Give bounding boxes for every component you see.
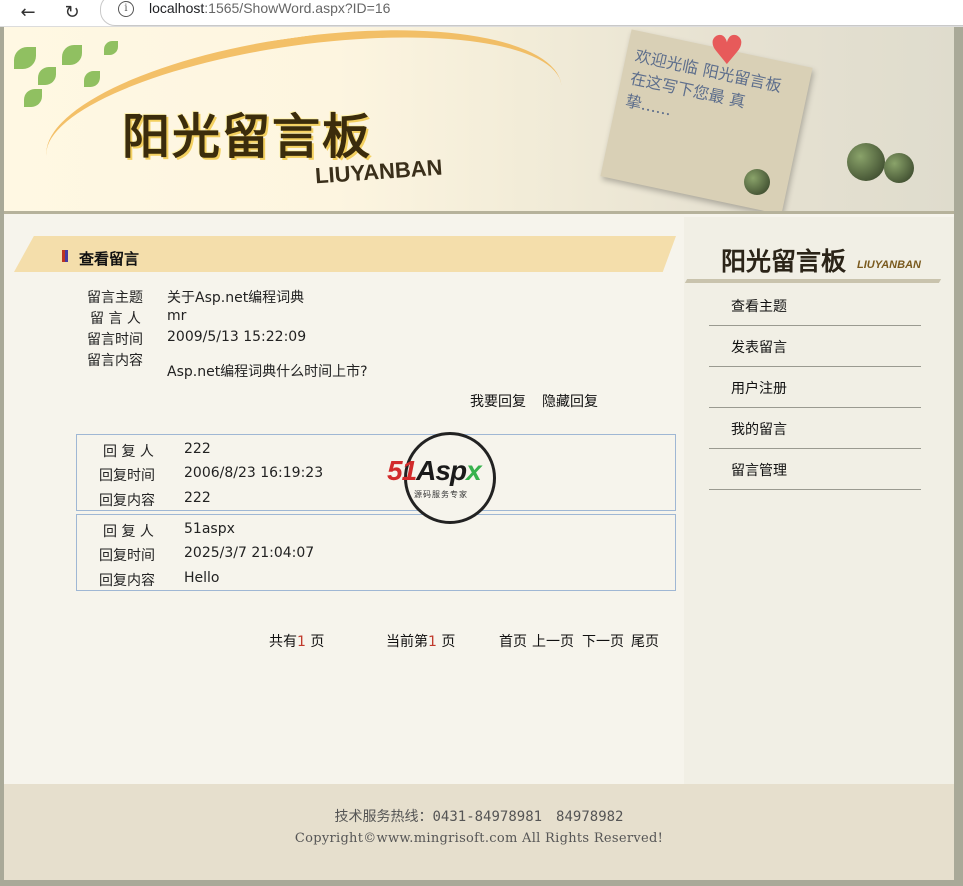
browser-toolbar: ← ↻ i localhost:1565/ShowWord.aspx?ID=16 [0,0,963,27]
back-arrow-icon[interactable]: ← [16,1,40,23]
page-total-suffix: 页 [305,634,325,650]
page: 阳光留言板 LIUYANBAN 欢迎光临 阳光留言板 在这写下您最 真挚....… [4,27,954,880]
reply-link[interactable]: 我要回复 [470,391,526,411]
sidebar-item-view-topics[interactable]: 查看主题 [709,285,921,326]
sidebar-item-label: 查看主题 [731,299,787,315]
subject-label: 留言主题 [87,290,143,306]
sidebar-divider [684,279,942,283]
page-total-count: 1 [297,634,306,650]
reply-item: 回 复 人 51aspx 回复时间 2025/3/7 21:04:07 回复内容… [76,514,676,591]
reply-content-label: 回复内容 [99,493,155,509]
subject-value: 关于Asp.net编程词典 [167,290,305,306]
watermark-brand-c: x [466,455,482,486]
url-path: :1565/ShowWord.aspx?ID=16 [204,0,391,16]
sidebar-title: 阳光留言板 [721,247,847,276]
content-value: Asp.net编程词典什么时间上市? [167,364,368,380]
sidebar-item-label: 留言管理 [731,463,787,479]
sidebar-item-my-messages[interactable]: 我的留言 [709,408,921,449]
main-content: 查看留言 留言主题 关于Asp.net编程词典 留 言 人 mr 留言时间 20… [4,217,684,784]
time-value: 2009/5/13 15:22:09 [167,329,307,345]
reply-time-label: 回复时间 [99,468,155,484]
reply-author-label: 回 复 人 [103,444,154,460]
site-info-icon[interactable]: i [118,1,134,17]
reload-icon[interactable]: ↻ [60,1,84,23]
time-label: 留言时间 [87,332,143,348]
page-total-prefix: 共有 [269,634,297,650]
sidebar-item-label: 我的留言 [731,422,787,438]
sidebar-title-sub: LIUYANBAN [857,259,921,271]
leaf-decoration [14,47,36,69]
pea-decoration [744,169,770,195]
watermark-logo: 51Aspx [387,455,482,487]
leaf-decoration [62,45,82,65]
footer: 技术服务热线：0431-84978981 84978982 Copyright©… [4,784,954,880]
reply-time: 2006/8/23 16:19:23 [184,465,324,481]
pager-next-link[interactable]: 下一页 [582,631,624,651]
reply-content: Hello [184,570,220,586]
watermark-tagline: 源码服务专家 [414,490,468,499]
leaf-decoration [104,41,118,55]
watermark-brand-a: 51 [387,455,417,486]
leaf-decoration [84,71,100,87]
reply-author: 51aspx [184,521,235,537]
page-current-number: 1 [428,634,437,650]
page-current-suffix: 页 [436,634,456,650]
pea-decoration [847,143,885,181]
author-label: 留 言 人 [90,311,141,327]
sidebar-item-label: 发表留言 [731,340,787,356]
page-total: 共有1 页 [269,631,324,651]
url-text[interactable]: localhost:1565/ShowWord.aspx?ID=16 [149,0,390,16]
section-marker-icon [62,250,68,262]
hide-reply-link[interactable]: 隐藏回复 [542,391,598,411]
sidebar-item-register[interactable]: 用户注册 [709,367,921,408]
reply-content: 222 [184,490,211,506]
reply-author: 222 [184,441,211,457]
watermark-brand-b: Asp [416,455,467,486]
sidebar-item-label: 用户注册 [731,381,787,397]
header-banner: 阳光留言板 LIUYANBAN 欢迎光临 阳光留言板 在这写下您最 真挚....… [4,27,954,214]
pager-first-link[interactable]: 首页 [499,631,527,651]
page-current-prefix: 当前第 [386,634,428,650]
pager-prev-link[interactable]: 上一页 [532,631,574,651]
banner-title: 阳光留言板 [122,109,373,165]
reply-author-label: 回 复 人 [103,524,154,540]
reply-item: 回 复 人 222 回复时间 2006/8/23 16:19:23 回复内容 2… [76,434,676,511]
leaf-decoration [38,67,56,85]
section-title: 查看留言 [79,250,140,268]
heart-icon: ♥ [709,28,745,74]
page-current: 当前第1 页 [386,631,455,651]
reply-time-label: 回复时间 [99,548,155,564]
content-label: 留言内容 [87,353,143,369]
url-host: localhost [149,0,205,16]
author-value: mr [167,308,187,324]
leaf-decoration [24,89,42,107]
sidebar-item-post-message[interactable]: 发表留言 [709,326,921,367]
pea-decoration [884,153,914,183]
banner-divider [4,211,954,214]
footer-hotline: 技术服务热线：0431-84978981 84978982 [334,809,624,825]
reply-time: 2025/3/7 21:04:07 [184,545,315,561]
pager-last-link[interactable]: 尾页 [631,631,659,651]
reply-content-label: 回复内容 [99,573,155,589]
sidebar-item-manage[interactable]: 留言管理 [709,449,921,490]
footer-copyright: Copyright©www.mingrisoft.com All Rights … [294,831,664,846]
